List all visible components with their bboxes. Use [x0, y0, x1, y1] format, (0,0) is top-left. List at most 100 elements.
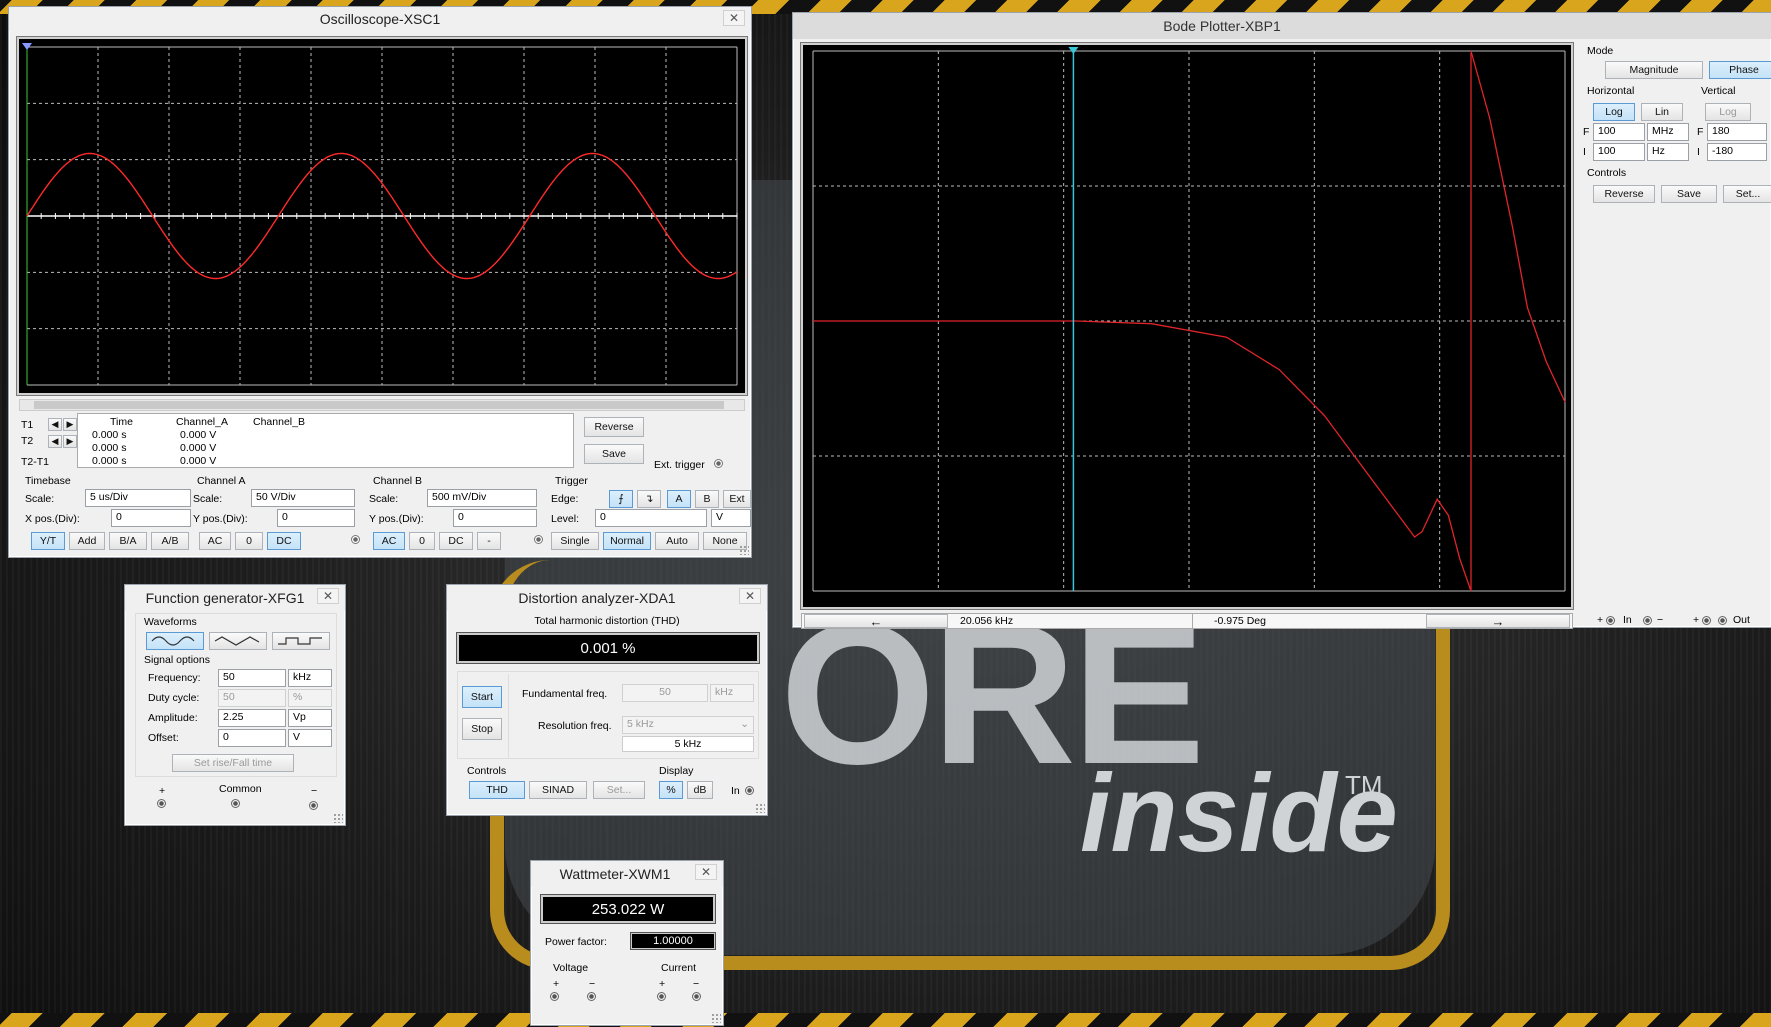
t2-left-arrow-icon[interactable]: ◀ — [48, 435, 62, 448]
horizontal-lin-button[interactable]: Lin — [1641, 103, 1683, 121]
trigger-single-button[interactable]: Single — [551, 532, 599, 550]
channel-b-zero-button[interactable]: 0 — [409, 532, 435, 550]
resize-grip-icon[interactable] — [333, 813, 343, 823]
channel-b-ypos-field[interactable]: 0 — [453, 509, 537, 527]
bode-titlebar[interactable]: Bode Plotter-XBP1 — [793, 13, 1771, 39]
channel-b-dc-button[interactable]: DC — [439, 532, 473, 550]
fundamental-freq-unit[interactable]: kHz — [710, 684, 754, 702]
ab-button[interactable]: A/B — [151, 532, 189, 550]
v-final-field[interactable]: 180 — [1707, 123, 1767, 141]
resize-grip-icon[interactable] — [711, 1013, 721, 1023]
distortion-titlebar[interactable]: Distortion analyzer-XDA1 — [447, 585, 767, 611]
voltage-plus-terminal[interactable] — [550, 992, 559, 1001]
ba-button[interactable]: B/A — [109, 532, 147, 550]
close-icon[interactable]: ✕ — [695, 864, 717, 880]
bode-set-button[interactable]: Set... — [1723, 185, 1771, 203]
channel-a-scale-field[interactable]: 50 V/Div — [251, 489, 355, 507]
t1-right-arrow-icon[interactable]: ▶ — [63, 418, 77, 431]
resize-grip-icon[interactable] — [755, 803, 765, 813]
offset-field[interactable]: 0 — [218, 729, 286, 747]
resolution-freq-select[interactable]: 5 kHz ⌄ — [622, 716, 754, 734]
set-rise-fall-button[interactable]: Set rise/Fall time — [172, 754, 294, 772]
duty-cycle-field[interactable]: 50 — [218, 689, 286, 707]
reverse-button[interactable]: Reverse — [584, 417, 644, 437]
in-plus-terminal[interactable] — [1606, 616, 1615, 625]
t1-left-arrow-icon[interactable]: ◀ — [48, 418, 62, 431]
dist-set-button[interactable]: Set... — [593, 781, 645, 799]
scrollbar-thumb[interactable] — [34, 401, 724, 409]
trigger-auto-button[interactable]: Auto — [655, 532, 699, 550]
channel-b-ac-button[interactable]: AC — [373, 532, 405, 550]
timebase-scale-field[interactable]: 5 us/Div — [85, 489, 191, 507]
trigger-ext-button[interactable]: Ext — [723, 490, 751, 508]
function-generator-titlebar[interactable]: Function generator-XFG1 — [125, 585, 345, 611]
horizontal-log-button[interactable]: Log — [1593, 103, 1635, 121]
save-button[interactable]: Save — [584, 444, 644, 464]
h-initial-field[interactable]: 100 — [1593, 143, 1645, 161]
fundamental-freq-field[interactable]: 50 — [622, 684, 708, 702]
add-button[interactable]: Add — [69, 532, 105, 550]
trigger-level-unit[interactable]: V — [711, 509, 751, 527]
out-plus-terminal[interactable] — [1702, 616, 1711, 625]
thd-button[interactable]: THD — [469, 781, 525, 799]
sinad-button[interactable]: SINAD — [529, 781, 587, 799]
trigger-b-button[interactable]: B — [695, 490, 719, 508]
channel-a-dc-button[interactable]: DC — [267, 532, 301, 550]
percent-button[interactable]: % — [659, 781, 683, 799]
bode-right-arrow-icon[interactable]: → — [1426, 614, 1570, 629]
h-final-unit[interactable]: MHz — [1647, 123, 1689, 141]
h-final-field[interactable]: 100 — [1593, 123, 1645, 141]
bode-reverse-button[interactable]: Reverse — [1593, 185, 1655, 203]
rising-edge-icon[interactable]: ⨍ — [609, 490, 633, 508]
amplitude-field[interactable]: 2.25 — [218, 709, 286, 727]
bode-screen[interactable] — [801, 43, 1573, 609]
voltage-minus-terminal[interactable] — [587, 992, 596, 1001]
db-button[interactable]: dB — [687, 781, 713, 799]
oscilloscope-scrollbar[interactable] — [19, 399, 745, 411]
magnitude-button[interactable]: Magnitude — [1605, 61, 1703, 79]
h-initial-unit[interactable]: Hz — [1647, 143, 1689, 161]
yt-button[interactable]: Y/T — [31, 532, 65, 550]
channel-a-zero-button[interactable]: 0 — [235, 532, 263, 550]
channel-a-ac-button[interactable]: AC — [199, 532, 231, 550]
sine-wave-icon[interactable] — [146, 632, 204, 650]
ext-trigger-terminal[interactable] — [714, 459, 723, 468]
bode-save-button[interactable]: Save — [1661, 185, 1717, 203]
stop-button[interactable]: Stop — [462, 718, 502, 740]
close-icon[interactable]: ✕ — [739, 588, 761, 604]
offset-unit[interactable]: V — [288, 729, 332, 747]
resize-grip-icon[interactable] — [739, 545, 749, 555]
frequency-field[interactable]: 50 — [218, 669, 286, 687]
trigger-normal-button[interactable]: Normal — [603, 532, 651, 550]
out-minus-terminal[interactable] — [1718, 616, 1727, 625]
oscilloscope-screen[interactable] — [17, 37, 747, 395]
falling-edge-icon[interactable]: ↴ — [637, 490, 661, 508]
close-icon[interactable]: ✕ — [723, 10, 745, 26]
frequency-unit[interactable]: kHz — [288, 669, 332, 687]
duty-cycle-unit[interactable]: % — [288, 689, 332, 707]
trigger-level-field[interactable]: 0 — [595, 509, 707, 527]
fg-plus-terminal[interactable] — [157, 799, 166, 808]
amplitude-unit[interactable]: Vp — [288, 709, 332, 727]
bode-left-arrow-icon[interactable]: ← — [804, 614, 948, 629]
triangle-wave-icon[interactable] — [209, 632, 267, 650]
v-initial-field[interactable]: -180 — [1707, 143, 1767, 161]
channel-a-terminal[interactable] — [351, 535, 360, 544]
start-button[interactable]: Start — [462, 686, 502, 708]
current-minus-terminal[interactable] — [692, 992, 701, 1001]
channel-b-terminal[interactable] — [534, 535, 543, 544]
channel-a-ypos-field[interactable]: 0 — [277, 509, 355, 527]
square-wave-icon[interactable] — [272, 632, 330, 650]
oscilloscope-titlebar[interactable]: Oscilloscope-XSC1 — [9, 7, 751, 31]
dist-in-terminal[interactable] — [745, 786, 754, 795]
current-plus-terminal[interactable] — [657, 992, 666, 1001]
fg-minus-terminal[interactable] — [309, 801, 318, 810]
trigger-a-button[interactable]: A — [667, 490, 691, 508]
channel-b-minus-button[interactable]: - — [477, 532, 501, 550]
t2-right-arrow-icon[interactable]: ▶ — [63, 435, 77, 448]
fg-common-terminal[interactable] — [231, 799, 240, 808]
vertical-log-button[interactable]: Log — [1705, 103, 1751, 121]
phase-button[interactable]: Phase — [1709, 61, 1771, 79]
in-minus-terminal[interactable] — [1643, 616, 1652, 625]
close-icon[interactable]: ✕ — [317, 588, 339, 604]
